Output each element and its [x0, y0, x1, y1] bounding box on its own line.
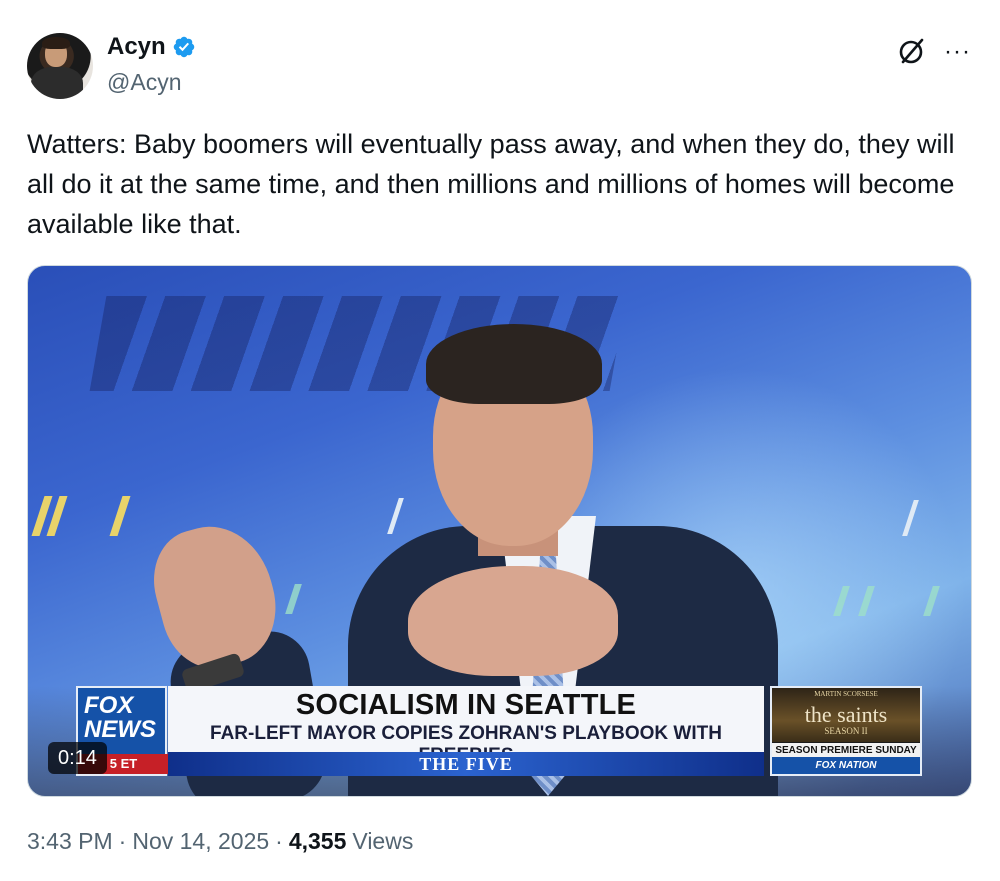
tweet-text: Watters: Baby boomers will eventually pa…	[27, 129, 955, 239]
post-date[interactable]: Nov 14, 2025	[132, 828, 269, 855]
author-display-name[interactable]: Acyn	[107, 33, 166, 61]
video-duration: 0:14	[48, 742, 107, 774]
views-count[interactable]: 4,355	[289, 828, 347, 855]
meta-separator: ·	[275, 828, 283, 854]
promo-box: MARTIN SCORSESE the saints SEASON II SEA…	[770, 686, 922, 776]
meta-separator: ·	[118, 828, 127, 854]
more-icon[interactable]: ···	[944, 38, 971, 66]
post-time[interactable]: 3:43 PM	[27, 828, 113, 855]
author-handle[interactable]: @Acyn	[107, 69, 181, 96]
chyron-headline: SOCIALISM IN SEATTLE	[295, 689, 637, 721]
promo-title: the saints	[804, 702, 888, 727]
promo-network: FOX NATION	[772, 757, 920, 774]
promo-season: SEASON II	[824, 726, 868, 736]
tweet-meta: 3:43 PM · Nov 14, 2025 · 4,355 Views	[27, 828, 413, 855]
views-label: Views	[352, 828, 414, 854]
video-player[interactable]: FOX NEWS 5 ET SOCIALISM IN SEATTLE FAR-L…	[27, 265, 972, 797]
news-chyron: FOX NEWS 5 ET SOCIALISM IN SEATTLE FAR-L…	[76, 686, 768, 776]
verified-badge-icon	[173, 36, 194, 58]
author-name-row: Acyn	[107, 33, 196, 61]
grok-icon[interactable]	[897, 36, 927, 66]
promo-credit: MARTIN SCORSESE	[814, 690, 878, 698]
avatar[interactable]	[27, 33, 93, 99]
show-name: THE FIVE	[168, 752, 764, 776]
